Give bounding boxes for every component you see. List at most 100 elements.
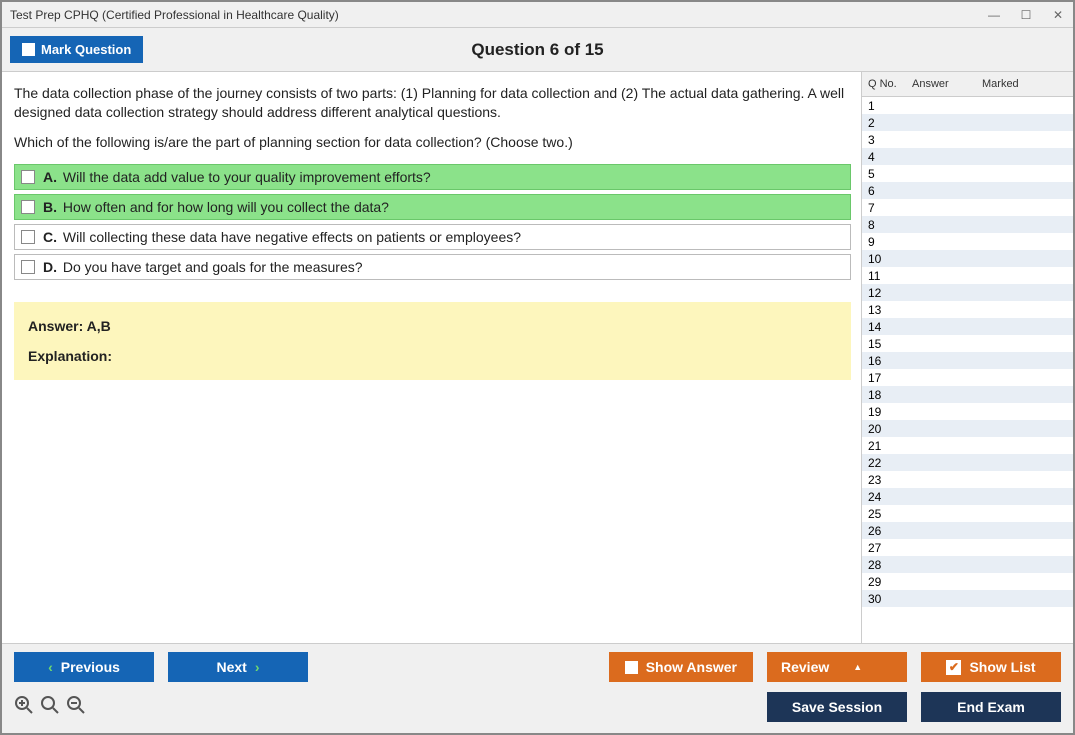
checkbox-checked-icon: ✔	[946, 660, 961, 675]
option-letter: A.	[43, 169, 57, 185]
answer-line: Answer: A,B	[28, 318, 837, 334]
question-pane: The data collection phase of the journey…	[2, 72, 861, 643]
question-list-number: 7	[862, 201, 906, 215]
option-text: Will the data add value to your quality …	[63, 169, 431, 185]
question-list-row[interactable]: 15	[862, 335, 1073, 352]
option-row[interactable]: C. Will collecting these data have negat…	[14, 224, 851, 250]
option-letter: D.	[43, 259, 57, 275]
option-row[interactable]: D. Do you have target and goals for the …	[14, 254, 851, 280]
review-label: Review	[781, 659, 829, 675]
question-list-row[interactable]: 17	[862, 369, 1073, 386]
question-list-row[interactable]: 23	[862, 471, 1073, 488]
col-answer: Answer	[906, 76, 976, 92]
option-row[interactable]: A. Will the data add value to your quali…	[14, 164, 851, 190]
question-list-row[interactable]: 20	[862, 420, 1073, 437]
question-list-number: 24	[862, 490, 906, 504]
question-list-row[interactable]: 8	[862, 216, 1073, 233]
checkbox-icon[interactable]	[21, 170, 35, 184]
question-list-row[interactable]: 10	[862, 250, 1073, 267]
maximize-icon[interactable]: ☐	[1019, 8, 1033, 22]
option-text: How often and for how long will you coll…	[63, 199, 389, 215]
question-list-row[interactable]: 5	[862, 165, 1073, 182]
question-list-row[interactable]: 2	[862, 114, 1073, 131]
question-list-row[interactable]: 28	[862, 556, 1073, 573]
zoom-in-icon[interactable]	[14, 695, 34, 720]
show-list-button[interactable]: ✔ Show List	[921, 652, 1061, 682]
question-list-row[interactable]: 7	[862, 199, 1073, 216]
question-list-row[interactable]: 29	[862, 573, 1073, 590]
question-list-number: 13	[862, 303, 906, 317]
question-list-number: 30	[862, 592, 906, 606]
titlebar: Test Prep CPHQ (Certified Professional i…	[2, 2, 1073, 28]
previous-button[interactable]: ‹ Previous	[14, 652, 154, 682]
main-area: The data collection phase of the journey…	[2, 72, 1073, 643]
previous-label: Previous	[61, 659, 120, 675]
question-list-row[interactable]: 27	[862, 539, 1073, 556]
question-list-row[interactable]: 16	[862, 352, 1073, 369]
question-list-number: 4	[862, 150, 906, 164]
question-list-number: 18	[862, 388, 906, 402]
review-button[interactable]: Review ▲	[767, 652, 907, 682]
question-list-number: 14	[862, 320, 906, 334]
mark-question-button[interactable]: Mark Question	[10, 36, 143, 63]
question-list-panel: Q No. Answer Marked 12345678910111213141…	[861, 72, 1073, 643]
option-row[interactable]: B. How often and for how long will you c…	[14, 194, 851, 220]
question-list-row[interactable]: 13	[862, 301, 1073, 318]
question-list-row[interactable]: 18	[862, 386, 1073, 403]
question-list-number: 15	[862, 337, 906, 351]
question-list-row[interactable]: 14	[862, 318, 1073, 335]
question-list-number: 11	[862, 269, 906, 283]
question-prompt: Which of the following is/are the part o…	[14, 134, 851, 150]
zoom-controls	[14, 695, 86, 720]
question-list-row[interactable]: 11	[862, 267, 1073, 284]
answer-box: Answer: A,B Explanation:	[14, 302, 851, 380]
question-list-row[interactable]: 26	[862, 522, 1073, 539]
show-answer-label: Show Answer	[646, 659, 737, 675]
zoom-out-icon[interactable]	[66, 695, 86, 720]
question-list-number: 12	[862, 286, 906, 300]
header-row: Mark Question Question 6 of 15	[2, 28, 1073, 72]
col-qno: Q No.	[862, 76, 906, 92]
show-answer-button[interactable]: Show Answer	[609, 652, 753, 682]
question-list-row[interactable]: 21	[862, 437, 1073, 454]
question-list[interactable]: 1234567891011121314151617181920212223242…	[862, 97, 1073, 643]
question-list-row[interactable]: 22	[862, 454, 1073, 471]
minimize-icon[interactable]: —	[987, 8, 1001, 22]
question-list-row[interactable]: 1	[862, 97, 1073, 114]
question-list-number: 1	[862, 99, 906, 113]
window-title: Test Prep CPHQ (Certified Professional i…	[10, 8, 987, 22]
question-list-row[interactable]: 30	[862, 590, 1073, 607]
question-list-number: 3	[862, 133, 906, 147]
checkbox-icon[interactable]	[21, 200, 35, 214]
dropdown-arrow-icon: ▲	[853, 662, 862, 672]
next-button[interactable]: Next ›	[168, 652, 308, 682]
question-list-number: 29	[862, 575, 906, 589]
question-list-row[interactable]: 25	[862, 505, 1073, 522]
option-text: Will collecting these data have negative…	[63, 229, 521, 245]
question-list-number: 26	[862, 524, 906, 538]
option-text: Do you have target and goals for the mea…	[63, 259, 363, 275]
question-list-number: 21	[862, 439, 906, 453]
question-list-row[interactable]: 6	[862, 182, 1073, 199]
checkbox-icon[interactable]	[21, 260, 35, 274]
question-list-row[interactable]: 9	[862, 233, 1073, 250]
chevron-right-icon: ›	[255, 659, 260, 675]
explanation-label: Explanation:	[28, 348, 837, 364]
footer-row-2: Save Session End Exam	[14, 692, 1061, 722]
save-session-button[interactable]: Save Session	[767, 692, 907, 722]
option-letter: C.	[43, 229, 57, 245]
end-exam-button[interactable]: End Exam	[921, 692, 1061, 722]
question-list-row[interactable]: 24	[862, 488, 1073, 505]
question-list-number: 16	[862, 354, 906, 368]
save-session-label: Save Session	[792, 699, 882, 715]
question-list-number: 10	[862, 252, 906, 266]
question-list-row[interactable]: 4	[862, 148, 1073, 165]
zoom-reset-icon[interactable]	[40, 695, 60, 720]
question-list-row[interactable]: 3	[862, 131, 1073, 148]
question-list-row[interactable]: 12	[862, 284, 1073, 301]
checkbox-icon[interactable]	[21, 230, 35, 244]
question-list-number: 8	[862, 218, 906, 232]
question-list-number: 2	[862, 116, 906, 130]
question-list-row[interactable]: 19	[862, 403, 1073, 420]
close-icon[interactable]: ✕	[1051, 8, 1065, 22]
